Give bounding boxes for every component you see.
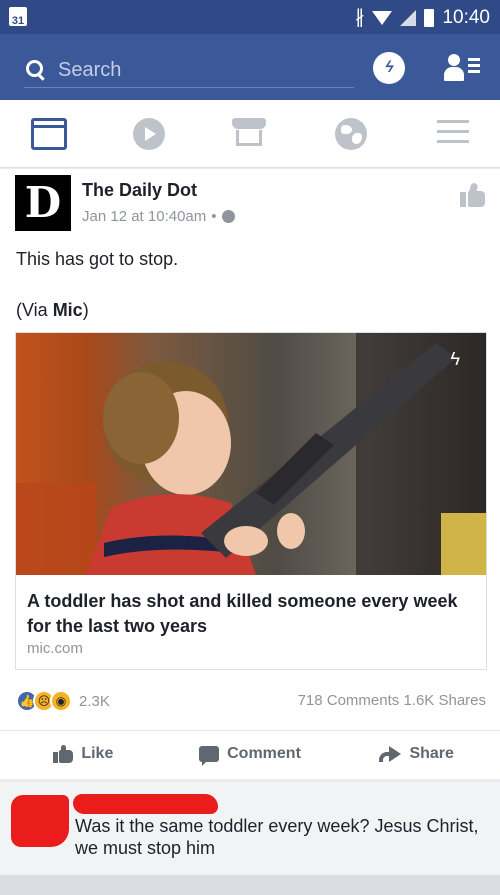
post-actions: Like Comment Share xyxy=(0,730,500,776)
page-name[interactable]: The Daily Dot xyxy=(82,180,197,201)
link-preview[interactable]: ϟ A toddler has shot and killed someone … xyxy=(15,332,487,670)
status-icons: ∦ 10:40 xyxy=(355,6,490,29)
marketplace-icon[interactable] xyxy=(232,118,266,148)
search-icon xyxy=(24,58,50,84)
redacted-commenter-name xyxy=(73,794,218,814)
battery-icon xyxy=(424,8,435,27)
clock: 10:40 xyxy=(442,6,490,28)
reaction-count: 2.3K xyxy=(79,692,110,710)
meta-separator: • xyxy=(211,208,217,225)
comment-button[interactable]: Comment xyxy=(167,731,334,776)
app-header: ϟ xyxy=(0,34,500,100)
via-suffix: ) xyxy=(82,300,89,320)
via-prefix: (Via xyxy=(16,300,53,320)
bottom-strip xyxy=(0,875,500,895)
messenger-icon[interactable]: ϟ xyxy=(373,52,405,84)
page-avatar[interactable]: D xyxy=(15,175,71,231)
bluetooth-icon: ∦ xyxy=(354,7,365,28)
post-timestamp[interactable]: Jan 12 at 10:40am xyxy=(82,208,206,225)
comment-section: Was it the same toddler every week? Jesu… xyxy=(0,782,500,875)
friend-requests-icon[interactable] xyxy=(444,52,484,84)
news-feed-icon[interactable] xyxy=(31,118,67,150)
like-button[interactable]: Like xyxy=(0,731,167,776)
menu-icon[interactable] xyxy=(437,118,469,146)
link-domain: mic.com xyxy=(27,640,83,657)
link-image[interactable]: ϟ xyxy=(16,333,486,575)
share-label: Share xyxy=(409,744,454,762)
tab-bar xyxy=(0,100,500,168)
like-icon xyxy=(53,744,74,763)
public-globe-icon xyxy=(221,210,235,223)
reactions-summary[interactable]: 👍 ☹ ◉ 2.3K xyxy=(16,690,110,712)
wifi-icon xyxy=(372,10,393,25)
signal-icon xyxy=(400,9,417,26)
like-label: Like xyxy=(81,744,114,762)
comment-icon xyxy=(199,745,220,766)
share-icon xyxy=(379,745,402,762)
comment-label: Comment xyxy=(227,744,301,762)
calendar-icon: 31 xyxy=(9,7,27,27)
feed-post: D The Daily Dot Jan 12 at 10:40am • This… xyxy=(0,169,500,779)
comment-text: Was it the same toddler every week? Jesu… xyxy=(75,816,479,858)
status-bar: 31 ∦ 10:40 xyxy=(0,0,500,34)
comment-share-counts[interactable]: 718 Comments 1.6K Shares xyxy=(298,692,486,709)
via-text: (Via Mic) xyxy=(16,300,89,321)
like-page-icon[interactable] xyxy=(460,182,486,207)
video-icon[interactable] xyxy=(133,118,165,150)
notifications-globe-icon[interactable] xyxy=(335,118,367,150)
wow-reaction-icon: ◉ xyxy=(50,690,72,712)
search-input[interactable] xyxy=(58,59,338,82)
post-text: This has got to stop. xyxy=(16,249,179,269)
redacted-commenter-avatar xyxy=(11,795,69,847)
search-bar[interactable] xyxy=(24,54,354,88)
via-source[interactable]: Mic xyxy=(53,300,83,320)
share-button[interactable]: Share xyxy=(333,731,500,776)
link-title[interactable]: A toddler has shot and killed someone ev… xyxy=(27,589,477,639)
post-meta: Jan 12 at 10:40am • xyxy=(82,208,235,225)
instant-article-bolt-icon: ϟ xyxy=(450,349,460,369)
